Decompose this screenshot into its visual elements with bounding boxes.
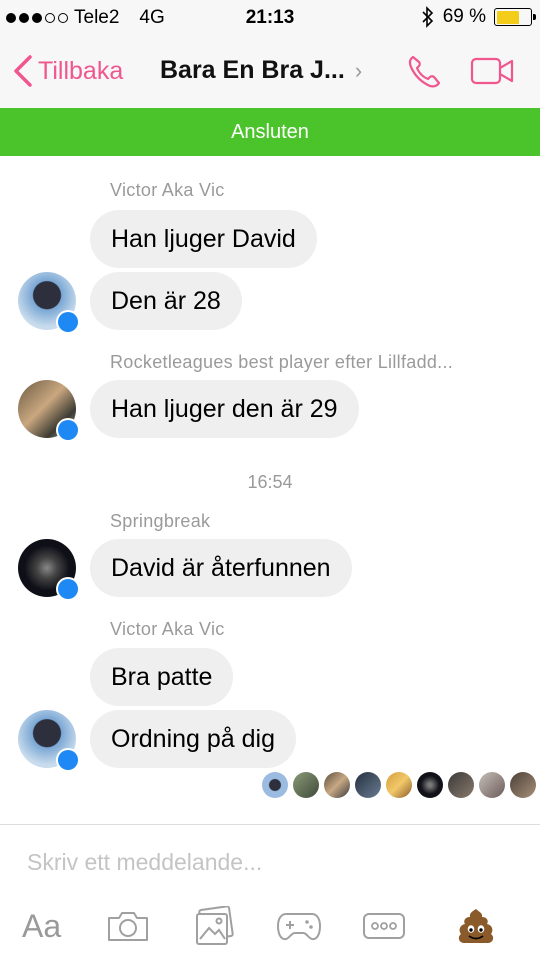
text-format-icon[interactable]: Aa	[22, 905, 61, 947]
avatar[interactable]	[18, 272, 80, 334]
gallery-icon[interactable]	[192, 905, 236, 947]
connection-banner: Ansluten	[0, 108, 540, 156]
read-receipt-avatar	[262, 772, 288, 798]
message-bubble[interactable]: Ordning på dig	[90, 710, 297, 768]
video-call-icon[interactable]	[470, 56, 516, 86]
message-input[interactable]: Skriv ett meddelande...	[27, 849, 262, 876]
sender-name: Springbreak	[110, 511, 211, 531]
read-receipt-avatar	[448, 772, 474, 798]
game-controller-icon[interactable]	[276, 905, 322, 947]
conversation-title[interactable]: Bara En Bra J... ›	[160, 56, 362, 85]
message-bubble[interactable]: Bra patte	[90, 648, 234, 706]
message-composer: Skriv ett meddelande... Aa	[0, 824, 540, 960]
message-bubble[interactable]: Han ljuger den är 29	[90, 380, 359, 438]
battery-percent: 69 %	[442, 6, 486, 27]
read-receipt-avatar	[417, 772, 443, 798]
read-receipt-avatar	[479, 772, 505, 798]
sender-name: Victor Aka Vic	[110, 180, 225, 200]
sender-name: Victor Aka Vic	[110, 619, 225, 639]
navigation-bar: Tillbaka Bara En Bra J... ›	[0, 36, 540, 108]
read-receipt-avatar	[386, 772, 412, 798]
read-receipt-avatar	[510, 772, 536, 798]
read-receipt-avatar	[355, 772, 381, 798]
bluetooth-icon	[422, 6, 433, 28]
message-list[interactable]: Victor Aka Vic Han ljuger David Den är 2…	[0, 156, 540, 824]
message-bubble[interactable]: Den är 28	[90, 272, 242, 330]
sender-name: Rocketleagues best player efter Lillfadd…	[110, 352, 454, 372]
avatar[interactable]	[18, 380, 80, 442]
messenger-badge-icon	[56, 418, 80, 442]
more-icon[interactable]	[362, 905, 406, 947]
avatar[interactable]	[18, 710, 80, 772]
chevron-left-icon	[14, 55, 32, 87]
back-label: Tillbaka	[38, 56, 124, 85]
camera-icon[interactable]	[106, 905, 150, 947]
chevron-right-icon: ›	[354, 57, 363, 83]
read-receipts[interactable]	[262, 772, 536, 798]
messenger-badge-icon	[56, 577, 80, 601]
read-receipt-avatar	[293, 772, 319, 798]
back-button[interactable]: Tillbaka	[12, 54, 123, 88]
avatar[interactable]	[18, 539, 80, 601]
conversation-title-text: Bara En Bra J...	[160, 56, 345, 84]
poop-emoji-icon[interactable]	[456, 905, 496, 947]
message-bubble[interactable]: David är återfunnen	[90, 539, 352, 597]
timestamp: 16:54	[247, 472, 293, 492]
phone-icon[interactable]	[404, 52, 444, 92]
messenger-badge-icon	[56, 748, 80, 772]
messenger-badge-icon	[56, 310, 80, 334]
status-bar: Tele2 4G 21:13 69 %	[0, 0, 540, 36]
message-bubble[interactable]: Han ljuger David	[90, 210, 317, 268]
read-receipt-avatar	[324, 772, 350, 798]
battery-icon	[494, 8, 536, 26]
